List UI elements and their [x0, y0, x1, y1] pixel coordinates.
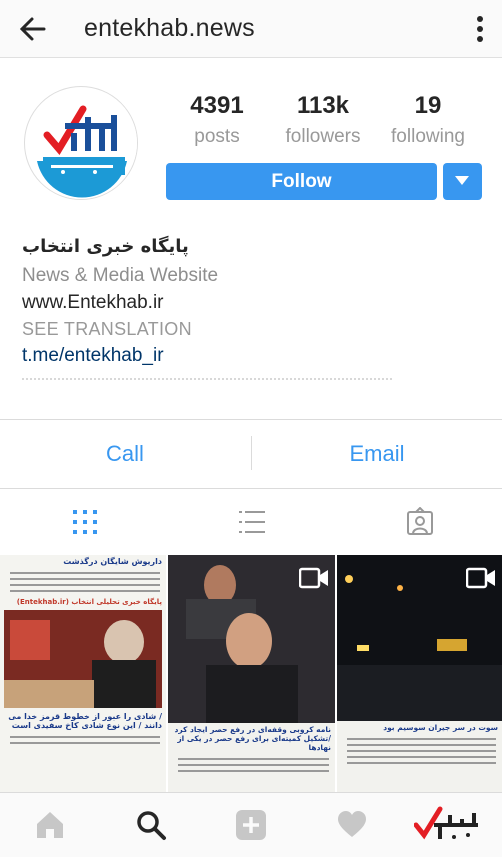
profile-full-name: پایگاه خبری انتخاب: [22, 236, 189, 257]
profile-username: entekhab.news: [84, 14, 255, 42]
post-body-text: [0, 736, 166, 744]
profile-external-link[interactable]: t.me/entekhab_ir: [22, 342, 482, 370]
post-headline: داریوش شایگان درگذشت: [63, 557, 162, 566]
post-photo: [4, 610, 162, 708]
post-headline: نامه کروبی وقفه‌ای در رفع حصر ایجاد کرد …: [174, 725, 331, 752]
post-thumbnail[interactable]: نامه کروبی وقفه‌ای در رفع حصر ایجاد کرد …: [168, 555, 335, 792]
post-body-text: [168, 758, 335, 772]
post-headline: / شادی را عبور از خطوط قرمز خدا می دانند…: [8, 712, 162, 730]
email-button[interactable]: Email: [252, 420, 502, 488]
top-bar: entekhab.news: [0, 0, 502, 58]
post-headline: سوت در سر جیران سوسیم بود: [383, 723, 498, 732]
video-icon: [298, 567, 329, 589]
post-grid: داریوش شایگان درگذشت پایگاه خبری تحلیلی …: [0, 555, 502, 792]
search-icon[interactable]: [135, 809, 167, 841]
post-body-text: [337, 738, 502, 764]
follow-button[interactable]: Follow: [166, 163, 437, 200]
profile-logo-icon[interactable]: [413, 803, 480, 847]
profile-website[interactable]: www.Entekhab.ir: [22, 290, 482, 316]
profile-category: News & Media Website: [22, 265, 219, 286]
home-icon[interactable]: [34, 809, 66, 841]
post-thumbnail[interactable]: سوت در سر جیران سوسیم بود: [337, 555, 502, 792]
entekhab-logo: [26, 88, 137, 199]
post-body-text: [0, 572, 166, 592]
profile-view-tabs: [0, 489, 502, 555]
grid-icon[interactable]: [70, 507, 100, 537]
stat-following[interactable]: 19 following: [373, 92, 483, 148]
list-icon[interactable]: [237, 507, 267, 537]
posts-label: posts: [194, 126, 240, 147]
suggestions-dropdown-button[interactable]: [443, 163, 482, 200]
post-caption-area: سوت در سر جیران سوسیم بود: [337, 721, 502, 792]
call-button[interactable]: Call: [0, 420, 250, 488]
avatar[interactable]: [24, 86, 138, 200]
posts-count: 4391: [190, 92, 244, 119]
profile-bio: پایگاه خبری انتخاب News & Media Website …: [22, 232, 482, 384]
heart-icon[interactable]: [336, 809, 368, 841]
post-source: پایگاه خبری تحلیلی انتخاب (Entekhab.ir): [16, 598, 162, 606]
see-translation-link[interactable]: SEE TRANSLATION: [22, 316, 482, 342]
tagged-icon[interactable]: [405, 506, 435, 537]
post-caption-area: نامه کروبی وقفه‌ای در رفع حصر ایجاد کرد …: [168, 723, 335, 792]
following-label: following: [391, 126, 465, 147]
followers-label: followers: [285, 126, 361, 147]
following-count: 19: [414, 92, 442, 119]
arrow-left-icon[interactable]: [18, 14, 48, 44]
bio-faded-line: [22, 378, 392, 384]
post-thumbnail[interactable]: داریوش شایگان درگذشت پایگاه خبری تحلیلی …: [0, 555, 166, 792]
video-icon: [465, 567, 496, 589]
followers-count: 113k: [296, 92, 350, 119]
add-icon[interactable]: [235, 809, 267, 841]
stat-posts[interactable]: 4391 posts: [162, 92, 272, 148]
more-vertical-icon[interactable]: [470, 12, 490, 46]
stat-followers[interactable]: 113k followers: [268, 92, 378, 148]
bottom-navigation: [0, 792, 502, 857]
caret-down-icon: [455, 176, 469, 185]
